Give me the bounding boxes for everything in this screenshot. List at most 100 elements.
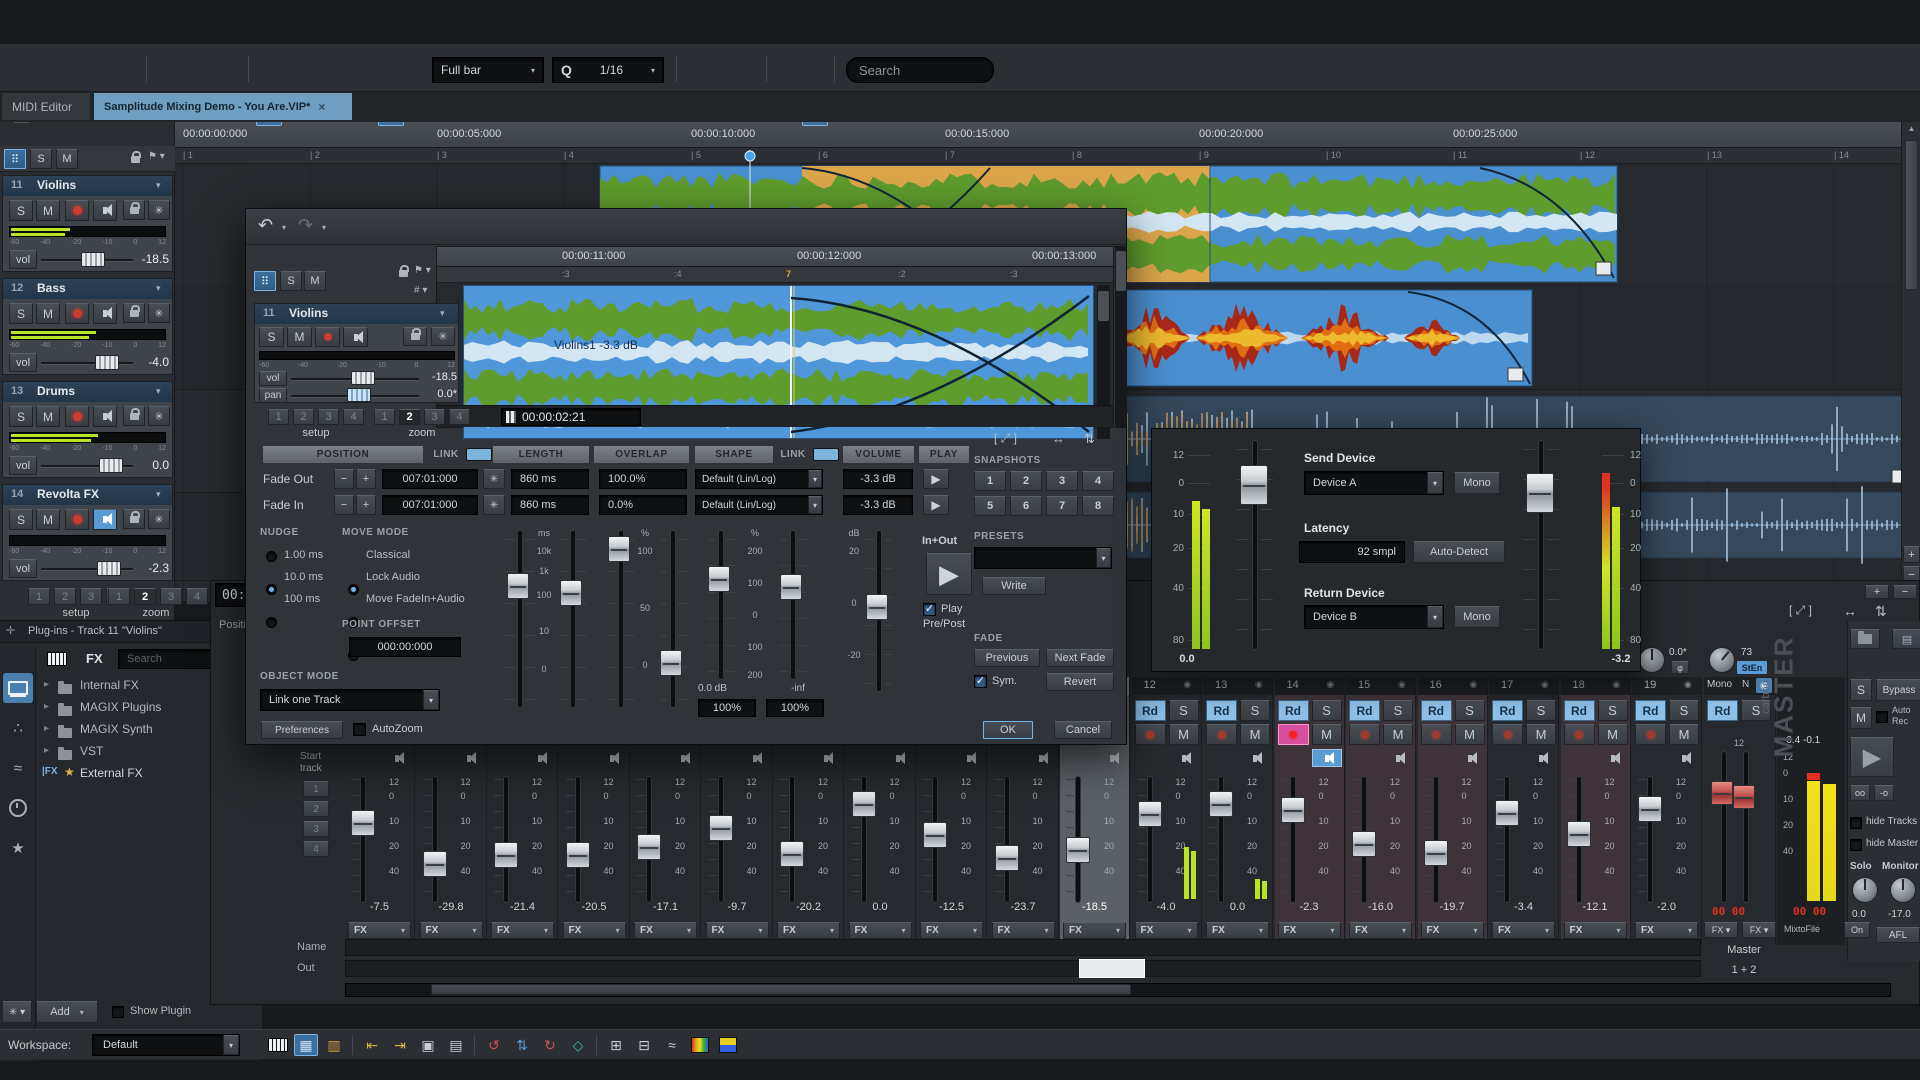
marker-set-icon[interactable]: ▣ [416, 1034, 440, 1056]
strip-mute-button[interactable]: M [1455, 724, 1485, 745]
strip-target-icon[interactable]: ◉ [1613, 679, 1625, 692]
aux-row-button-3[interactable]: 3 [303, 821, 329, 837]
fade-minus-button[interactable]: − [334, 495, 354, 515]
snapshot-button-3[interactable]: 3 [1046, 471, 1078, 491]
expand-caret-icon[interactable]: ▸ [44, 701, 54, 713]
strip-monitor-button[interactable] [954, 749, 984, 767]
vol-slider-handle[interactable] [81, 252, 105, 267]
marker-prev-icon[interactable]: ⇤ [360, 1034, 384, 1056]
strip-solo-button[interactable]: S [1240, 700, 1270, 721]
record-button[interactable] [65, 303, 89, 324]
mixer-strip-14[interactable]: 14◉RdSM120102040-2.3FX▾ [1275, 677, 1345, 945]
strip-fx-button[interactable]: FX▾ [920, 922, 983, 939]
play-in-out-button[interactable]: ▶ [926, 553, 972, 595]
strip-monitor-button[interactable] [1026, 749, 1056, 767]
link2-toggle[interactable] [813, 448, 839, 461]
lock-button[interactable] [403, 327, 427, 346]
vol-slider-handle[interactable] [351, 371, 375, 385]
fader-handle[interactable] [1567, 821, 1591, 847]
dialog-flag-icon[interactable]: ⚑ ▾ [414, 265, 440, 279]
strip-fx-button[interactable]: FX▾ [563, 922, 626, 939]
mixer-h-scrollbar-handle[interactable] [431, 984, 1131, 995]
master-fx-button[interactable]: FX ▾ [1742, 922, 1776, 938]
strip-fx-button[interactable]: FX▾ [1421, 922, 1484, 939]
shape-pct-left[interactable]: 100% [698, 699, 756, 717]
track-title-bar[interactable]: 14Revolta FX▾ [3, 485, 172, 505]
wave-zoom-icon[interactable]: ≈ [660, 1034, 684, 1056]
monitor-speaker-button[interactable] [93, 406, 117, 427]
infinity-button[interactable]: oo [1850, 785, 1870, 801]
track-header-block[interactable]: 12Bass▾SM✳-60-40-20-10012vol-4.0 [2, 278, 173, 375]
nudge-radio[interactable] [266, 617, 277, 628]
solo-button[interactable]: S [9, 303, 33, 324]
fader-handle[interactable] [1638, 796, 1662, 822]
lock-button[interactable] [123, 200, 145, 220]
piano-view-icon[interactable] [266, 1034, 290, 1056]
nudge-radio[interactable] [266, 551, 277, 562]
autozoom-checkbox[interactable] [353, 723, 366, 736]
length-out-slider[interactable] [507, 573, 529, 599]
lock-icon[interactable] [126, 151, 144, 167]
play-header[interactable]: PLAY [919, 446, 969, 463]
return-mono-button[interactable]: Mono [1454, 606, 1500, 628]
undo-button[interactable]: ↶ [258, 215, 282, 237]
monitor-knob[interactable] [1890, 877, 1916, 903]
strip-number-row[interactable]: 18◉ [1561, 677, 1630, 695]
dialog-setup-button-1[interactable]: 1 [268, 409, 289, 425]
strip-number-row[interactable]: 13◉ [1203, 677, 1272, 695]
strip-fx-button[interactable]: FX▾ [348, 922, 411, 939]
move-mode-radio[interactable] [348, 584, 359, 595]
fade-asterisk-button[interactable]: ✳ [483, 469, 505, 489]
dialog-zoom-button-4[interactable]: 4 [449, 409, 470, 425]
strip-fx-button[interactable]: FX▾ [1063, 922, 1126, 939]
dialog-setup-button-4[interactable]: 4 [343, 409, 364, 425]
dialog-mute-all[interactable]: M [304, 271, 326, 291]
strip-fx-button[interactable]: FX▾ [1635, 922, 1698, 939]
track-title-bar[interactable]: 12Bass▾ [3, 279, 172, 299]
dialog-bar-ruler[interactable]: :3:47:2:3 [437, 267, 1113, 283]
strip-monitor-button[interactable] [1240, 749, 1270, 767]
fader-handle[interactable] [1495, 800, 1519, 826]
shape-header[interactable]: SHAPE [695, 446, 773, 463]
autorec-checkbox[interactable] [1876, 711, 1888, 723]
overlap-header[interactable]: OVERLAP [594, 446, 689, 463]
expand-caret-icon[interactable]: ▸ [44, 745, 54, 757]
zoom-in-icon[interactable]: ⊞ [604, 1034, 628, 1056]
grid-toggle-icon[interactable]: ⠿ [4, 149, 26, 169]
mixer-arrows-h-icon[interactable]: ↔ [1843, 603, 1867, 621]
strip-monitor-button[interactable] [1097, 749, 1127, 767]
length-in-slider[interactable] [560, 580, 582, 606]
fader-handle[interactable] [637, 834, 661, 860]
object-lasso-icon[interactable]: ◇ [566, 1034, 590, 1056]
lock-button[interactable] [123, 406, 145, 426]
cancel-button[interactable]: Cancel [1054, 721, 1112, 739]
fader-handle[interactable] [852, 791, 876, 817]
undo-caret-icon[interactable]: ▾ [282, 223, 292, 233]
fader-handle[interactable] [423, 851, 447, 877]
tab-close-icon[interactable]: × [318, 100, 325, 114]
strip-mute-button[interactable]: M [1169, 724, 1199, 745]
fader-handle[interactable] [1209, 791, 1233, 817]
snapshot-button-7[interactable]: 7 [1046, 496, 1078, 516]
strip-monitor-button[interactable] [1383, 749, 1413, 767]
track-header-block[interactable]: 11Violins▾SM✳-60-40-20-10012vol-18.5 [2, 175, 173, 272]
track-header-block[interactable]: 13Drums▾SM✳-60-40-20-10012vol0.0 [2, 381, 173, 478]
fader-handle[interactable] [780, 841, 804, 867]
freeze-gear-button[interactable]: ✳ [148, 200, 170, 220]
strip-fx-button[interactable]: FX▾ [1135, 922, 1198, 939]
move-icon[interactable]: ✛ [6, 624, 20, 638]
row-play-button[interactable]: ▶ [923, 469, 949, 489]
strip-number-row[interactable]: 17◉ [1489, 677, 1558, 695]
dialog-track-block[interactable]: 11Violins▾SM✳-60-40-20-10012vol-18.5pan0… [254, 303, 459, 403]
overlap-in-slider[interactable] [660, 650, 682, 676]
strip-number-row[interactable]: 19◉ [1632, 677, 1701, 695]
strip-record-button[interactable] [1278, 724, 1309, 745]
master-solo-button[interactable]: S [1850, 679, 1872, 701]
strip-fx-button[interactable]: FX▾ [1492, 922, 1555, 939]
preferences-button[interactable]: Preferences [261, 721, 343, 739]
solo-button[interactable]: S [9, 200, 33, 221]
stereo-enhancer-knob[interactable] [1709, 647, 1735, 673]
shape-pct-right[interactable]: 100% [766, 699, 824, 717]
rail-chart-icon[interactable]: ≈ [3, 753, 33, 783]
save-button[interactable]: ▤ [1892, 629, 1920, 649]
